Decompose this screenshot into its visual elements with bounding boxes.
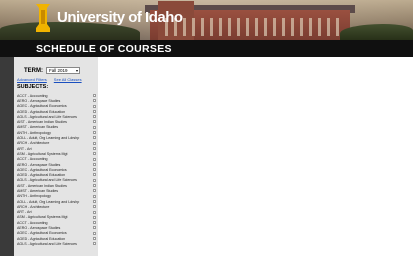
subject-checkbox[interactable] <box>93 184 96 188</box>
subject-checkbox[interactable] <box>93 168 96 172</box>
subject-label: ART - Art <box>17 210 32 215</box>
results-panel <box>98 57 413 256</box>
subject-checkbox[interactable] <box>93 194 96 198</box>
page-title: SCHEDULE OF COURSES <box>36 43 172 55</box>
subject-label: ARCH - Architecture <box>17 204 50 209</box>
subject-checkbox[interactable] <box>93 231 96 235</box>
subject-label: AMST - American Studies <box>17 125 59 130</box>
subject-checkbox[interactable] <box>93 115 96 119</box>
subject-checkbox[interactable] <box>93 189 96 193</box>
subject-label: ARCH - Architecture <box>17 141 50 146</box>
subject-checkbox[interactable] <box>93 215 96 219</box>
subject-list-item[interactable]: AGLS - Agricultural and Life Sciences <box>17 241 97 246</box>
subject-checkbox[interactable] <box>93 131 96 135</box>
sidebar: TERM: Fall 2019 ▾ Advanced Filters See A… <box>14 57 98 256</box>
banner-trees-right <box>340 24 413 40</box>
subject-label: AGEC - Agricultural Economics <box>17 104 67 109</box>
subject-label: AGED - Agricultural Education <box>17 236 66 241</box>
subject-label: ANTH - Anthropology <box>17 130 51 135</box>
subject-checkbox[interactable] <box>93 205 96 209</box>
header-banner: University of Idaho <box>0 0 413 40</box>
university-logo-icon[interactable] <box>36 4 50 32</box>
subject-label: ASM - Agricultural Systems Mgt <box>17 215 68 220</box>
subject-checkbox[interactable] <box>93 178 96 182</box>
subject-label: AGEC - Agricultural Economics <box>17 167 67 172</box>
subject-checkbox[interactable] <box>93 152 96 156</box>
university-logo-text[interactable]: University of Idaho <box>57 9 183 26</box>
term-label: TERM: <box>24 67 43 74</box>
filter-links: Advanced Filters See All Classes <box>17 77 82 82</box>
subjects-label: SUBJECTS: <box>17 84 49 90</box>
building-windows <box>165 18 345 36</box>
subject-label: ACCT - Accounting <box>17 93 48 98</box>
term-select[interactable]: Fall 2019 ▾ <box>46 67 80 74</box>
subject-checkbox[interactable] <box>93 199 96 203</box>
subject-label: AGED - Agricultural Education <box>17 109 66 114</box>
subject-label: AERO - Aerospace Studies <box>17 98 61 103</box>
subject-label: ACCT - Accounting <box>17 157 48 162</box>
subject-checkbox[interactable] <box>93 141 96 145</box>
subject-checkbox[interactable] <box>93 104 96 108</box>
subject-label: AERO - Aerospace Studies <box>17 226 61 231</box>
subject-checkbox[interactable] <box>93 173 96 177</box>
subject-label: ASM - Agricultural Systems Mgt <box>17 151 68 156</box>
subject-checkbox[interactable] <box>93 94 96 97</box>
subject-checkbox[interactable] <box>93 162 96 166</box>
subject-checkbox[interactable] <box>93 210 96 214</box>
title-bar: SCHEDULE OF COURSES <box>0 40 413 57</box>
subject-label: ART - Art <box>17 146 32 151</box>
subject-checkbox[interactable] <box>93 120 96 124</box>
subject-label: AGEC - Agricultural Economics <box>17 231 67 236</box>
subject-checkbox[interactable] <box>93 237 96 241</box>
see-all-classes-link[interactable]: See All Classes <box>54 77 82 82</box>
subject-checkbox[interactable] <box>93 109 96 113</box>
subject-checkbox[interactable] <box>93 99 96 103</box>
subject-label: AGLS - Agricultural and Life Sciences <box>17 114 77 119</box>
subject-checkbox[interactable] <box>93 242 96 246</box>
subject-label: AGLS - Agricultural and Life Sciences <box>17 241 77 246</box>
subject-label: ANTH - Anthropology <box>17 194 51 199</box>
subject-label: AIST - American Indian Studies <box>17 120 67 125</box>
subject-checkbox[interactable] <box>93 221 96 225</box>
subject-label: AIST - American Indian Studies <box>17 183 67 188</box>
chevron-down-icon: ▾ <box>75 68 78 73</box>
term-select-value: Fall 2019 <box>49 68 68 73</box>
subject-list: ACCT - Accounting AERO - Aerospace Studie… <box>17 93 97 247</box>
subject-label: AMST - American Studies <box>17 188 59 193</box>
subject-label: AGLS - Agricultural and Life Sciences <box>17 178 77 183</box>
subject-label: AOLL - Adult, Org Learning and Ldrshp <box>17 199 80 204</box>
advanced-filters-link[interactable]: Advanced Filters <box>17 77 47 82</box>
subject-checkbox[interactable] <box>93 157 96 161</box>
subject-checkbox[interactable] <box>93 136 96 140</box>
subject-label: AGED - Agricultural Education <box>17 173 66 178</box>
subject-label: ACCT - Accounting <box>17 220 48 225</box>
subject-label: AOLL - Adult, Org Learning and Ldrshp <box>17 136 80 141</box>
term-row: TERM: Fall 2019 ▾ <box>24 67 80 74</box>
subject-checkbox[interactable] <box>93 226 96 230</box>
subject-label: AERO - Aerospace Studies <box>17 162 61 167</box>
subject-checkbox[interactable] <box>93 146 96 150</box>
subject-checkbox[interactable] <box>93 125 96 129</box>
